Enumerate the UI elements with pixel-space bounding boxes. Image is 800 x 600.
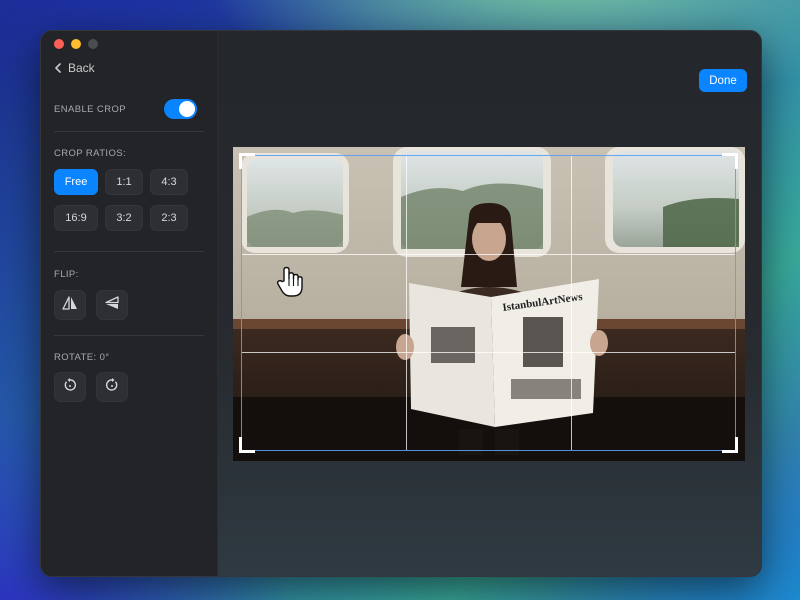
- photo-preview: IstanbulArtNews: [233, 147, 745, 461]
- back-button[interactable]: Back: [54, 61, 95, 75]
- crop-ratios-label: CROP RATIOS:: [54, 148, 127, 159]
- divider: [54, 251, 204, 252]
- rotate-left-icon: [62, 377, 78, 398]
- ratio-2-3-button[interactable]: 2:3: [150, 205, 188, 231]
- minimize-window-button[interactable]: [71, 39, 81, 49]
- done-button[interactable]: Done: [699, 69, 747, 92]
- rotate-right-button[interactable]: [96, 372, 128, 402]
- crop-handle-bottom-right[interactable]: [722, 437, 738, 453]
- toggle-knob: [179, 101, 195, 117]
- canvas-area: Done IstanbulArtNews: [218, 31, 761, 576]
- crop-handle-bottom-left[interactable]: [239, 437, 255, 453]
- ratio-1-1-button[interactable]: 1:1: [105, 169, 143, 195]
- grid-line-vertical: [570, 156, 572, 450]
- back-label: Back: [68, 61, 95, 75]
- crop-handle-top-left[interactable]: [239, 153, 255, 169]
- enable-crop-label: ENABLE CROP: [54, 104, 126, 115]
- grid-line-horizontal: [242, 351, 735, 353]
- chevron-left-icon: [54, 61, 62, 75]
- crop-editor-window: Back ENABLE CROP CROP RATIOS: Free 1:1 4…: [40, 30, 762, 577]
- window-controls: [54, 39, 98, 49]
- flip-vertical-icon: [104, 295, 120, 315]
- rotate-label: ROTATE: 0°: [54, 352, 110, 363]
- crop-frame[interactable]: [239, 153, 738, 453]
- flip-vertical-button[interactable]: [96, 290, 128, 320]
- grid-line-horizontal: [242, 253, 735, 255]
- rotate-right-icon: [104, 377, 120, 398]
- ratio-free-button[interactable]: Free: [54, 169, 98, 195]
- ratio-3-2-button[interactable]: 3:2: [105, 205, 143, 231]
- zoom-window-button[interactable]: [88, 39, 98, 49]
- divider: [54, 335, 204, 336]
- enable-crop-toggle[interactable]: [164, 99, 197, 119]
- close-window-button[interactable]: [54, 39, 64, 49]
- crop-handle-top-right[interactable]: [722, 153, 738, 169]
- ratio-4-3-button[interactable]: 4:3: [150, 169, 188, 195]
- sidebar: Back ENABLE CROP CROP RATIOS: Free 1:1 4…: [41, 31, 218, 576]
- flip-label: FLIP:: [54, 269, 79, 280]
- flip-horizontal-button[interactable]: [54, 290, 86, 320]
- divider: [54, 131, 204, 132]
- rotate-left-button[interactable]: [54, 372, 86, 402]
- hand-cursor-icon: [275, 265, 305, 304]
- grid-line-vertical: [406, 156, 408, 450]
- ratio-16-9-button[interactable]: 16:9: [54, 205, 98, 231]
- flip-horizontal-icon: [62, 295, 78, 315]
